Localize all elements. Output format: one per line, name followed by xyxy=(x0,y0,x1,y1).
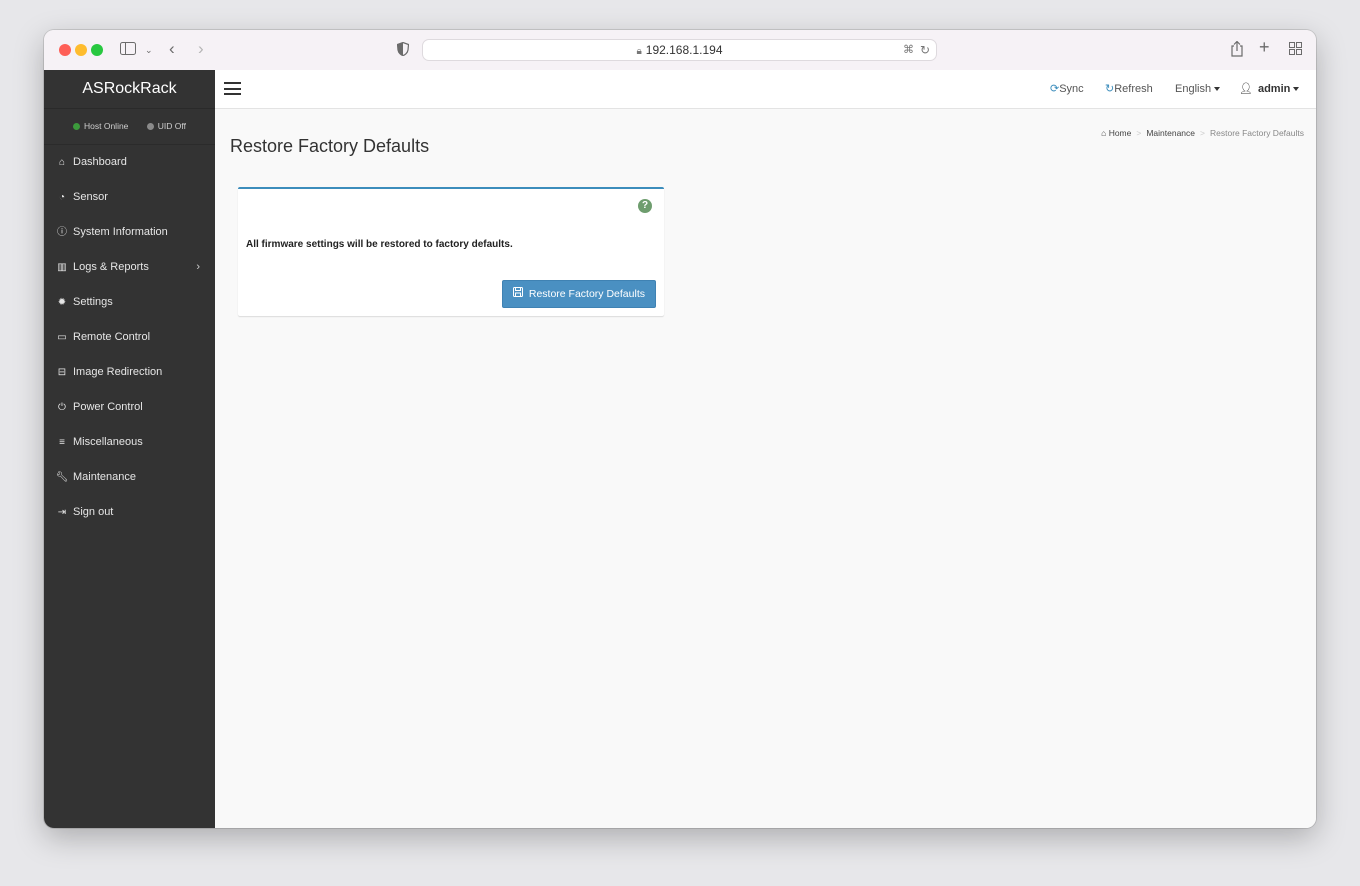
user-icon: 👤︎ xyxy=(1239,83,1253,95)
chevron-down-icon[interactable]: ⌄ xyxy=(145,43,153,58)
restore-message: All firmware settings will be restored t… xyxy=(246,239,513,250)
uid-dot xyxy=(146,123,154,131)
reload-icon[interactable]: ↻ xyxy=(920,40,930,60)
lock-icon: 🔒︎ xyxy=(636,46,642,57)
sidebar-item-label: Maintenance xyxy=(73,471,136,483)
sidebar-item-label: Image Redirection xyxy=(73,366,163,378)
sidebar-item-sign-out[interactable]: ⇥ Sign out xyxy=(44,495,215,530)
sidebar-item-dashboard[interactable]: ⌂ Dashboard xyxy=(44,145,215,180)
language-dropdown[interactable]: English xyxy=(1175,70,1221,108)
user-menu[interactable]: 👤︎ admin xyxy=(1239,70,1300,108)
list-icon: ≡ xyxy=(59,437,65,448)
sidebar-item-label: Settings xyxy=(73,296,113,308)
brand-logo[interactable]: ASRockRack xyxy=(44,70,215,109)
address-bar[interactable]: 🔒︎ 192.168.1.194 ⌘ ↻ xyxy=(422,39,937,61)
sidebar-item-label: Sign out xyxy=(73,506,114,518)
page-title: Restore Factory Defaults xyxy=(230,136,430,156)
monitor-icon: ▭ xyxy=(57,332,67,343)
back-icon[interactable]: ‹ xyxy=(169,40,175,57)
refresh-button[interactable]: ↻Refresh xyxy=(1105,70,1153,108)
gear-icon: ✹ xyxy=(57,297,67,308)
sidebar-item-label: Miscellaneous xyxy=(73,436,143,448)
sidebar-item-system-information[interactable]: ⓘ System Information xyxy=(44,215,215,250)
host-online-dot xyxy=(73,123,80,131)
tab-overview-icon[interactable] xyxy=(1289,42,1302,58)
power-icon: ⏻ xyxy=(58,402,66,413)
host-status-label: Host Online xyxy=(84,121,129,131)
shield-icon[interactable] xyxy=(396,41,410,59)
uid-status-label: UID Off xyxy=(157,121,186,131)
sidebar-toggle-icon[interactable] xyxy=(120,42,136,58)
sync-button[interactable]: ⟳Sync xyxy=(1050,70,1084,108)
host-status-bar: Host Online UID Off xyxy=(44,109,215,145)
sidebar-item-maintenance[interactable]: 🔧︎ Maintenance xyxy=(44,460,215,495)
restore-box: ? All firmware settings will be restored… xyxy=(238,187,664,316)
breadcrumb-maintenance[interactable]: Maintenance xyxy=(1146,128,1195,138)
info-icon: ⓘ xyxy=(57,227,67,238)
address-text: 192.168.1.194 xyxy=(645,43,723,57)
sign-out-icon: ⇥ xyxy=(57,507,67,518)
sidebar-item-settings[interactable]: ✹ Settings xyxy=(44,285,215,320)
sidebar-item-label: Dashboard xyxy=(73,156,127,168)
home-icon: ⌂ xyxy=(58,157,66,168)
browser-toolbar: ⌄ ‹ › 🔒︎ 192.168.1.194 ⌘ ↻ + xyxy=(44,30,1316,71)
sidebar-item-label: Logs & Reports xyxy=(73,261,149,273)
top-header: ⟳Sync ↻Refresh English 👤︎ admin xyxy=(215,70,1316,109)
sidebar-item-remote-control[interactable]: ▭ Remote Control xyxy=(44,320,215,355)
refresh-icon: ↻ xyxy=(1105,83,1115,95)
caret-down-icon xyxy=(1214,87,1221,92)
uid-status: UID Off xyxy=(146,121,186,131)
caret-down-icon xyxy=(1293,87,1300,92)
new-tab-icon[interactable]: + xyxy=(1259,38,1270,56)
sidebar-item-label: Power Control xyxy=(73,401,143,413)
sidebar-item-label: Sensor xyxy=(73,191,108,203)
sidebar-item-logs-reports[interactable]: ▥ Logs & Reports › xyxy=(44,250,215,285)
breadcrumb-home[interactable]: Home xyxy=(1109,128,1132,138)
zoom-window-button[interactable] xyxy=(91,44,103,56)
minimize-window-button[interactable] xyxy=(75,44,87,56)
sidebar-item-label: Remote Control xyxy=(73,331,151,343)
share-icon[interactable] xyxy=(1231,40,1243,60)
refresh-label: Refresh xyxy=(1114,83,1153,95)
hamburger-menu-icon[interactable] xyxy=(224,82,241,95)
sidebar-nav: ⌂ Dashboard ◔ Sensor ⓘ System Information ▥… xyxy=(44,145,215,530)
breadcrumb: ⌂ Home > Maintenance > Restore Factory Defau… xyxy=(1101,128,1304,138)
browser-window: ⌄ ‹ › 🔒︎ 192.168.1.194 ⌘ ↻ + ASRockRack H… xyxy=(44,30,1316,828)
restore-factory-defaults-button[interactable]: Restore Factory Defaults xyxy=(501,280,656,308)
drive-icon: ⊟ xyxy=(57,367,67,378)
sidebar-item-image-redirection[interactable]: ⊟ Image Redirection xyxy=(44,355,215,390)
tachometer-icon: ◔ xyxy=(58,192,66,203)
sync-label: Sync xyxy=(1059,83,1084,95)
home-icon: ⌂ xyxy=(1101,128,1107,138)
user-label: admin xyxy=(1257,83,1291,95)
breadcrumb-current: Restore Factory Defaults xyxy=(1209,128,1304,138)
sync-icon: ⟳ xyxy=(1050,83,1060,95)
sidebar-item-power-control[interactable]: ⏻ Power Control xyxy=(44,390,215,425)
save-icon xyxy=(512,282,523,308)
breadcrumb-separator: > xyxy=(1136,128,1142,138)
wrench-icon: 🔧︎ xyxy=(55,472,69,483)
main-content: Restore Factory Defaults ⌂ Home > Maintena… xyxy=(215,109,1316,828)
close-window-button[interactable] xyxy=(59,44,71,56)
sidebar-item-miscellaneous[interactable]: ≡ Miscellaneous xyxy=(44,425,215,460)
restore-button-label: Restore Factory Defaults xyxy=(528,288,645,300)
language-label: English xyxy=(1175,83,1212,95)
sidebar: ASRockRack Host Online UID Off ⌂ Dashboar… xyxy=(44,70,215,828)
bar-chart-icon: ▥ xyxy=(57,262,67,273)
forward-icon[interactable]: › xyxy=(198,40,204,57)
breadcrumb-separator: > xyxy=(1200,128,1205,138)
host-status: Host Online xyxy=(73,121,128,131)
help-icon[interactable]: ? xyxy=(638,199,652,213)
sidebar-item-label: System Information xyxy=(73,226,168,238)
translate-icon[interactable]: ⌘ xyxy=(903,40,914,60)
sidebar-item-sensor[interactable]: ◔ Sensor xyxy=(44,180,215,215)
chevron-right-icon: › xyxy=(196,261,200,273)
